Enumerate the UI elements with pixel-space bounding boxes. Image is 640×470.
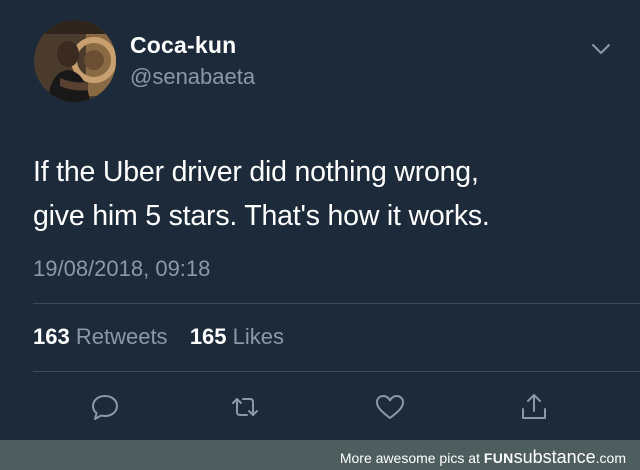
tweet-text-line-2: give him 5 stars. That's how it works. bbox=[33, 200, 490, 232]
watermark-prefix: More awesome pics at bbox=[339, 450, 480, 466]
watermark-footer: More awesome pics at FUNsubstance.com bbox=[0, 440, 640, 470]
reply-icon[interactable] bbox=[88, 390, 122, 424]
likes-label: Likes bbox=[232, 324, 285, 349]
brand-light-part: substance bbox=[513, 447, 596, 467]
brand-bold-part: FUN bbox=[483, 450, 514, 466]
heart-icon[interactable] bbox=[373, 390, 407, 424]
likes-stat[interactable]: 165 Likes bbox=[184, 324, 284, 349]
avatar-photo bbox=[34, 20, 116, 102]
divider bbox=[33, 303, 640, 304]
chevron-down-icon[interactable] bbox=[588, 36, 614, 62]
user-handle[interactable]: @senabaeta bbox=[130, 64, 255, 90]
avatar[interactable] bbox=[34, 20, 116, 102]
watermark-text[interactable]: More awesome pics at FUNsubstance.com bbox=[340, 447, 626, 468]
likes-count: 165 bbox=[189, 324, 227, 349]
retweets-label: Retweets bbox=[75, 324, 168, 349]
brand-logo: FUNsubstance.com bbox=[483, 447, 626, 467]
share-icon[interactable] bbox=[517, 390, 551, 424]
tweet-text: If the Uber driver did nothing wrong, gi… bbox=[33, 150, 623, 238]
tweet-text-line-1: If the Uber driver did nothing wrong, bbox=[33, 156, 479, 188]
tweet-timestamp: 19/08/2018, 09:18 bbox=[33, 256, 211, 281]
divider bbox=[33, 371, 640, 372]
brand-suffix: .com bbox=[595, 450, 626, 466]
retweets-stat[interactable]: 163 Retweets bbox=[33, 324, 174, 349]
display-name[interactable]: Coca-kun bbox=[130, 32, 236, 59]
retweets-count: 163 bbox=[33, 324, 70, 349]
retweet-icon[interactable] bbox=[228, 390, 262, 424]
tweet-card: Coca-kun @senabaeta If the Uber driver d… bbox=[0, 0, 640, 440]
engagement-stats: 163 Retweets 165 Likes bbox=[33, 324, 284, 350]
